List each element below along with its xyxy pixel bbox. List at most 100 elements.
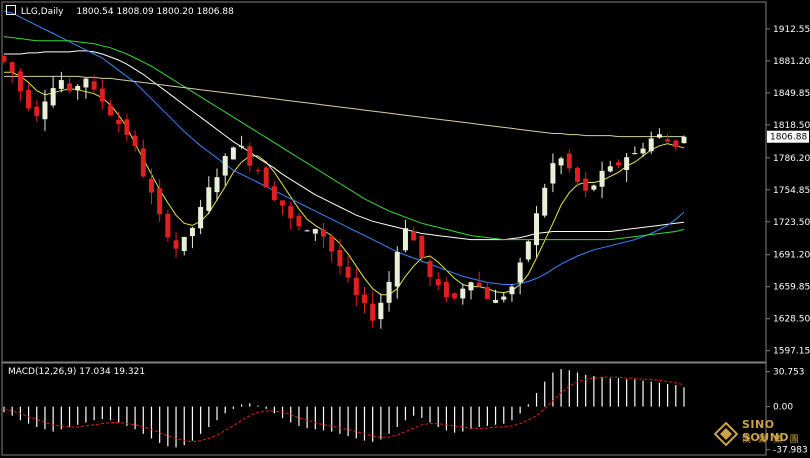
price-tick-label: 1881.20: [773, 57, 810, 67]
candle-body: [345, 266, 351, 278]
price-tick-label: 1723.50: [773, 218, 810, 228]
candle-body: [165, 213, 171, 238]
candle-body: [67, 83, 73, 91]
candle-body: [452, 293, 458, 299]
candle-body: [189, 227, 195, 237]
candle-body: [17, 71, 23, 92]
candle-body: [419, 235, 425, 258]
logo-icon: [714, 422, 738, 446]
candle-body: [443, 281, 449, 298]
candle-body: [386, 281, 392, 303]
price-panel-frame: [1, 1, 767, 363]
candle-body: [132, 135, 138, 147]
price-tick-label: 1628.50: [773, 315, 810, 325]
price-tick-label: 1849.85: [773, 89, 810, 99]
candle-body: [75, 85, 81, 91]
candle-body: [493, 300, 499, 303]
candle-body: [681, 136, 687, 144]
chart-canvas: 1912.55 1881.20 1849.85 1818.50 1786.20 1754.…: [1, 1, 810, 456]
candle-body: [353, 277, 359, 296]
candle-body: [640, 148, 646, 154]
candle-body: [370, 303, 376, 321]
candle-body: [222, 156, 228, 176]
candle-body: [140, 148, 146, 177]
price-tick-label: 1659.85: [773, 283, 810, 293]
symbol-icon: [6, 5, 16, 15]
candle-body: [198, 207, 204, 229]
candle-body: [632, 153, 638, 155]
candle-body: [321, 229, 327, 237]
candle-body: [534, 213, 540, 246]
sino-sound-logo: SINO SOUND 漢 聲 集 團: [714, 418, 804, 456]
candlestick-series: [1, 54, 687, 329]
candle-body: [271, 186, 277, 201]
candle-body: [124, 119, 130, 135]
moving-average-line: [4, 50, 685, 241]
price-tick-label: 1912.55: [773, 25, 810, 35]
price-tick-label: 1786.20: [773, 154, 810, 164]
current-price-marker: 1806.88: [767, 130, 809, 143]
candle-body: [427, 261, 433, 278]
candle-body: [206, 187, 212, 211]
candle-body: [476, 282, 482, 287]
candle-body: [599, 170, 605, 187]
candle-body: [542, 187, 548, 216]
candle-body: [509, 286, 515, 295]
candle-body: [58, 80, 64, 89]
price-tick-label: 1818.50: [773, 121, 810, 131]
candle-body: [42, 101, 48, 120]
candle-body: [288, 206, 294, 219]
candle-body: [108, 105, 114, 116]
candle-body: [34, 106, 40, 116]
candle-body: [435, 279, 441, 286]
macd-label: MACD(12,26,9) 17.034 19.321: [8, 367, 146, 377]
candle-body: [239, 146, 245, 148]
candle-body: [312, 229, 318, 234]
candle-body: [329, 236, 335, 252]
candle-body: [525, 241, 531, 260]
candle-body: [1, 56, 7, 62]
candle-body: [501, 296, 507, 300]
candle-body: [558, 158, 564, 166]
candle-body: [9, 62, 15, 73]
candle-body: [361, 294, 367, 303]
candle-body: [648, 138, 654, 152]
candle-body: [280, 200, 286, 206]
candle-body: [394, 251, 400, 287]
candle-body: [468, 282, 474, 291]
candle-body: [263, 167, 269, 188]
moving-average-line: [4, 71, 685, 296]
candle-body: [624, 157, 630, 170]
moving-average-lines: [3, 10, 685, 296]
ohlc-readout: 1800.54 1808.09 1800.20 1806.88: [76, 7, 234, 17]
price-tick-label: 1597.15: [773, 347, 810, 357]
candle-body: [591, 185, 597, 190]
candle-body: [26, 89, 32, 109]
moving-average-line: [4, 75, 684, 138]
candle-body: [148, 178, 154, 193]
signal-polyline: [3, 376, 685, 443]
candle-body: [607, 166, 613, 172]
price-axis: 1912.55 1881.20 1849.85 1818.50 1786.20 1754.…: [766, 25, 810, 357]
candle-body: [230, 147, 236, 160]
candle-body: [402, 228, 408, 251]
macd-tick-label: 30.753: [773, 368, 805, 378]
candle-body: [50, 88, 56, 106]
candle-body: [247, 146, 253, 166]
candle-body: [673, 140, 679, 148]
candle-body: [484, 287, 490, 300]
candle-body: [255, 170, 261, 172]
candle-body: [181, 236, 187, 252]
macd-tick-label: 0.00: [773, 403, 793, 413]
symbol-label: LLG,Daily: [20, 7, 64, 17]
candle-body: [411, 231, 417, 241]
candle-body: [99, 88, 105, 102]
candle-body: [337, 249, 343, 267]
candle-body: [583, 178, 589, 191]
candle-body: [378, 302, 384, 320]
candle-body: [296, 216, 302, 227]
candle-body: [214, 177, 220, 193]
price-tick-label: 1691.20: [773, 251, 810, 261]
candle-body: [615, 162, 621, 166]
candle-body: [665, 139, 671, 142]
